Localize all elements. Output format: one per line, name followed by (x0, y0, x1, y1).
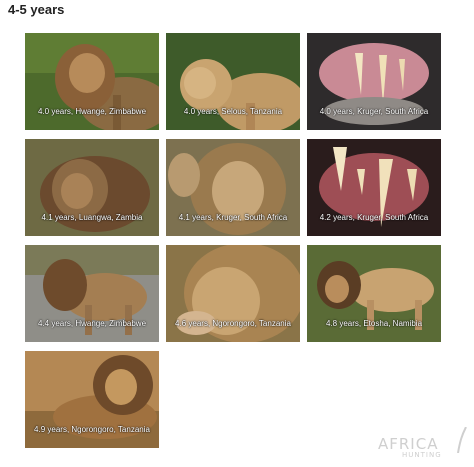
photo-caption: 4.0 years, Hwange, Zimbabwe (37, 107, 147, 116)
photo-caption: 4.9 years, Ngorongoro, Tanzania (34, 425, 150, 434)
page-heading: 4-5 years (8, 2, 65, 17)
lion-photo-9[interactable]: 4.8 years, Etosha, Namibia (307, 245, 441, 342)
horn-icon (457, 427, 467, 453)
photo-caption: 4.4 years, Hwange, Zimbabwe (37, 319, 147, 328)
photo-caption: 4.8 years, Etosha, Namibia (325, 319, 423, 328)
lion-photo-3[interactable]: 4.0 years, Kruger, South Africa (307, 33, 441, 130)
photo-caption: 4.0 years, Selous, Tanzania (183, 107, 283, 116)
photo-caption: 4.1 years, Luangwa, Zambia (41, 213, 143, 222)
lion-photo-10[interactable]: 4.9 years, Ngorongoro, Tanzania (25, 351, 159, 448)
lion-photo-8[interactable]: 4.6 years, Ngorongoro, Tanzania (166, 245, 300, 342)
photo-caption: 4.1 years, Kruger, South Africa (178, 213, 288, 222)
lion-photo-4[interactable]: 4.1 years, Luangwa, Zambia (25, 139, 159, 236)
watermark-logo: AFRICA HUNTING (378, 427, 468, 461)
lion-photo-2[interactable]: 4.0 years, Selous, Tanzania (166, 33, 300, 130)
photo-caption: 4.0 years, Kruger, South Africa (319, 107, 429, 116)
lion-photo-5[interactable]: 4.1 years, Kruger, South Africa (166, 139, 300, 236)
photo-caption: 4.2 years, Kruger, South Africa (319, 213, 429, 222)
lion-photo-6[interactable]: 4.2 years, Kruger, South Africa (307, 139, 441, 236)
photo-caption: 4.6 years, Ngorongoro, Tanzania (175, 319, 291, 328)
lion-photo-1[interactable]: 4.0 years, Hwange, Zimbabwe (25, 33, 159, 130)
watermark-sub-text: HUNTING (402, 451, 442, 459)
lion-photo-7[interactable]: 4.4 years, Hwange, Zimbabwe (25, 245, 159, 342)
